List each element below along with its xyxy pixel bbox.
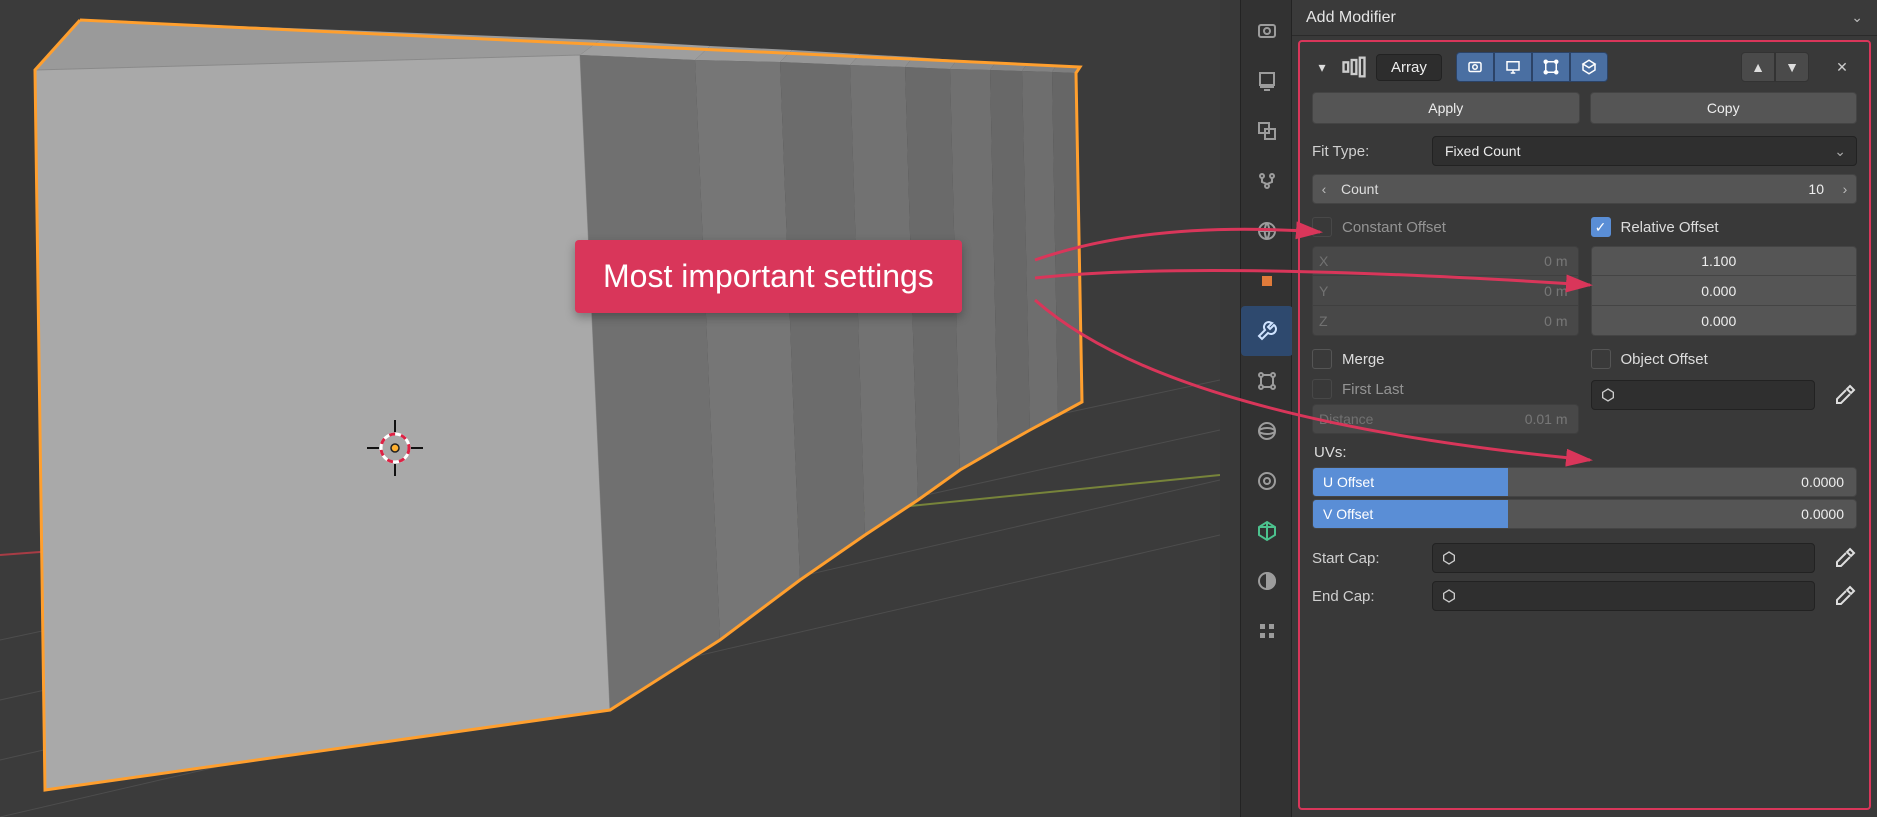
tab-texture[interactable] [1241, 606, 1293, 656]
add-modifier-dropdown[interactable]: Add Modifier ⌄ [1292, 0, 1877, 36]
object-icon [1441, 550, 1457, 566]
tab-object[interactable] [1241, 256, 1293, 306]
array-modifier-icon [1340, 55, 1368, 79]
tab-mesh[interactable] [1241, 506, 1293, 556]
start-cap-label: Start Cap: [1312, 550, 1422, 567]
first-last-checkbox[interactable] [1312, 379, 1332, 399]
count-field[interactable]: ‹ Count 10 › [1312, 174, 1857, 204]
end-cap-label: End Cap: [1312, 588, 1422, 605]
display-cage-toggle[interactable] [1570, 52, 1608, 82]
tab-world[interactable] [1241, 206, 1293, 256]
v-offset-slider[interactable]: V Offset 0.0000 [1312, 499, 1857, 529]
tab-viewlayer[interactable] [1241, 106, 1293, 156]
tab-constraint[interactable] [1241, 456, 1293, 506]
chevron-down-icon: ⌄ [1851, 9, 1863, 26]
tab-scene[interactable] [1241, 156, 1293, 206]
move-down-button[interactable]: ▼ [1775, 52, 1809, 82]
relative-offset-z[interactable]: 0.000 [1591, 306, 1858, 336]
relative-offset-y[interactable]: 0.000 [1591, 276, 1858, 306]
first-last-label: First Last [1342, 381, 1404, 398]
object-offset-target[interactable] [1591, 380, 1816, 410]
tab-render[interactable] [1241, 6, 1293, 56]
object-offset-checkbox[interactable] [1591, 349, 1611, 369]
merge-label: Merge [1342, 351, 1385, 368]
merge-checkbox[interactable] [1312, 349, 1332, 369]
constant-offset-y[interactable]: Y0 m [1312, 276, 1579, 306]
add-modifier-label: Add Modifier [1306, 9, 1396, 27]
expand-toggle[interactable]: ▾ [1312, 59, 1332, 76]
properties-tab-strip [1240, 0, 1292, 817]
viewport-3d[interactable] [0, 0, 1220, 817]
properties-panel: Add Modifier ⌄ ▾ Array ▲ ▼ ✕ Apply Copy [1292, 0, 1877, 817]
end-cap-field[interactable] [1432, 581, 1815, 611]
tab-modifier[interactable] [1241, 306, 1293, 356]
apply-button[interactable]: Apply [1312, 92, 1580, 124]
chevron-down-icon: ⌄ [1834, 143, 1846, 160]
decrement-icon[interactable]: ‹ [1313, 181, 1335, 197]
object-offset-label: Object Offset [1621, 351, 1708, 368]
display-render-toggle[interactable] [1456, 52, 1494, 82]
tab-particle[interactable] [1241, 356, 1293, 406]
fit-type-value: Fixed Count [1445, 143, 1520, 159]
modifier-name-field[interactable]: Array [1376, 54, 1442, 81]
count-label: Count [1335, 181, 1378, 197]
eyedropper-icon[interactable] [1833, 584, 1857, 608]
tab-output[interactable] [1241, 56, 1293, 106]
merge-distance-field[interactable]: Distance 0.01 m [1312, 404, 1579, 434]
relative-offset-checkbox[interactable]: ✓ [1591, 217, 1611, 237]
object-icon [1600, 387, 1616, 403]
object-icon [1441, 588, 1457, 604]
relative-offset-x[interactable]: 1.100 [1591, 246, 1858, 276]
tab-material[interactable] [1241, 556, 1293, 606]
start-cap-field[interactable] [1432, 543, 1815, 573]
display-editmode-toggle[interactable] [1532, 52, 1570, 82]
display-viewport-toggle[interactable] [1494, 52, 1532, 82]
increment-icon[interactable]: › [1834, 181, 1856, 197]
annotation-callout: Most important settings [575, 240, 962, 313]
copy-button[interactable]: Copy [1590, 92, 1858, 124]
constant-offset-x[interactable]: X0 m [1312, 246, 1579, 276]
constant-offset-label: Constant Offset [1342, 219, 1446, 236]
constant-offset-checkbox[interactable] [1312, 217, 1332, 237]
uvs-label: UVs: [1314, 444, 1857, 461]
relative-offset-label: Relative Offset [1621, 219, 1719, 236]
eyedropper-icon[interactable] [1833, 383, 1857, 407]
eyedropper-icon[interactable] [1833, 546, 1857, 570]
constant-offset-z[interactable]: Z0 m [1312, 306, 1579, 336]
count-value: 10 [1808, 181, 1834, 197]
u-offset-slider[interactable]: U Offset 0.0000 [1312, 467, 1857, 497]
move-up-button[interactable]: ▲ [1741, 52, 1775, 82]
fit-type-select[interactable]: Fixed Count ⌄ [1432, 136, 1857, 166]
fit-type-label: Fit Type: [1312, 143, 1422, 160]
tab-physics[interactable] [1241, 406, 1293, 456]
remove-modifier-button[interactable]: ✕ [1827, 52, 1857, 82]
